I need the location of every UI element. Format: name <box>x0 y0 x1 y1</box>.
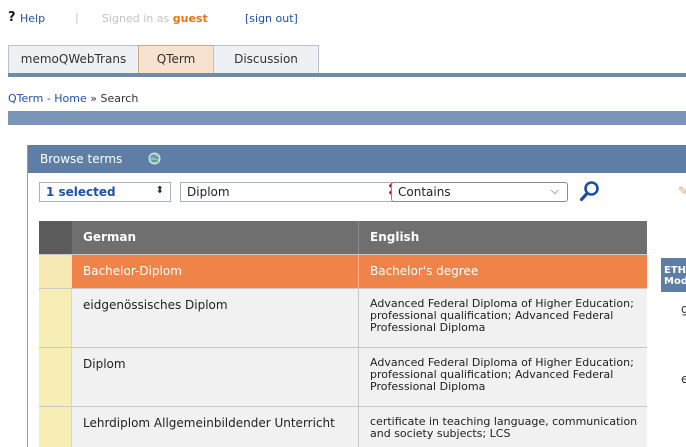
table-row[interactable]: Diplom Advanced Federal Diploma of Highe… <box>39 348 647 407</box>
breadcrumb-home-link[interactable]: QTerm - Home <box>8 92 87 105</box>
term-german: eidgenössisches Diplom <box>83 298 228 312</box>
signed-in-prefix: Signed in as <box>102 12 170 25</box>
panel-title: Browse terms <box>40 152 123 166</box>
main-tabs: memoQWebTrans QTerm Discussion <box>8 45 686 73</box>
header-divider <box>8 73 686 77</box>
table-row[interactable]: eidgenössisches Diplom Advanced Federal … <box>39 289 647 348</box>
table-row[interactable]: Bachelor-Diplom Bachelor's degree <box>39 255 647 289</box>
term-english: Advanced Federal Diploma of Higher Educa… <box>358 348 647 406</box>
chevron-down-icon: ⌵ <box>550 184 559 197</box>
details-header-line1: ETH <box>664 265 686 276</box>
header-german[interactable]: German <box>72 221 358 254</box>
tab-discussion[interactable]: Discussion <box>213 45 319 73</box>
details-header-line2: Mod <box>664 276 686 287</box>
details-header: ETH Mod <box>661 258 686 292</box>
breadcrumb-separator: » <box>90 92 98 105</box>
term-german: Lehrdiplom Allgemeinbildender Unterricht <box>83 416 335 430</box>
select-arrows-icon: ⬍ <box>155 185 164 196</box>
match-mode-value: Contains <box>398 185 451 199</box>
user-name: guest <box>172 12 208 25</box>
header-english[interactable]: English <box>358 221 647 254</box>
title-bar <box>8 111 686 125</box>
terms-table: German English Bachelor-Diplom Bachelor'… <box>39 221 647 447</box>
sign-out-link[interactable]: [sign out] <box>245 12 298 25</box>
header-index-cell <box>39 221 72 254</box>
language-select[interactable]: 1 selected ⬍ <box>39 182 171 202</box>
details-text: g <box>681 302 686 316</box>
search-controls: 1 selected ⬍ Diplom ✖ Contains ⌵ ✎ <box>28 173 686 209</box>
term-english: Bachelor's degree <box>358 255 647 288</box>
breadcrumb-current: Search <box>100 92 139 105</box>
separator: | <box>75 11 79 24</box>
term-german: Diplom <box>83 357 126 371</box>
row-marker <box>39 289 72 347</box>
term-english: certificate in teaching language, commun… <box>358 407 647 447</box>
top-bar: ? Help | Signed in as guest [sign out] <box>0 0 686 36</box>
edit-icon[interactable]: ✎ <box>678 184 686 198</box>
term-english: Advanced Federal Diploma of Higher Educa… <box>358 289 647 347</box>
row-marker <box>39 407 72 447</box>
details-text: e <box>681 372 686 386</box>
term-german: Bachelor-Diplom <box>83 264 182 278</box>
help-icon[interactable]: ? <box>8 10 16 25</box>
search-icon[interactable] <box>579 180 601 202</box>
table-header: German English <box>39 221 647 255</box>
row-marker <box>39 348 72 406</box>
help-link[interactable]: Help <box>20 12 45 25</box>
details-column: ETH Mod g e <box>661 258 686 447</box>
browse-terms-panel: Browse terms 1 selected ⬍ Diplom ✖ Conta… <box>27 145 686 447</box>
signed-in-status: Signed in as guest <box>102 12 208 25</box>
breadcrumb: QTerm - Home » Search <box>8 92 138 105</box>
match-mode-select[interactable]: Contains ⌵ <box>391 182 568 202</box>
table-row[interactable]: Lehrdiplom Allgemeinbildender Unterricht… <box>39 407 647 447</box>
tab-qterm[interactable]: QTerm <box>138 45 214 73</box>
language-select-value: 1 selected <box>46 185 116 199</box>
tab-memoqwebtrans[interactable]: memoQWebTrans <box>8 45 139 73</box>
search-input[interactable]: Diplom <box>180 182 402 202</box>
row-marker <box>39 255 72 288</box>
globe-icon <box>148 152 161 165</box>
panel-header: Browse terms <box>28 145 686 173</box>
